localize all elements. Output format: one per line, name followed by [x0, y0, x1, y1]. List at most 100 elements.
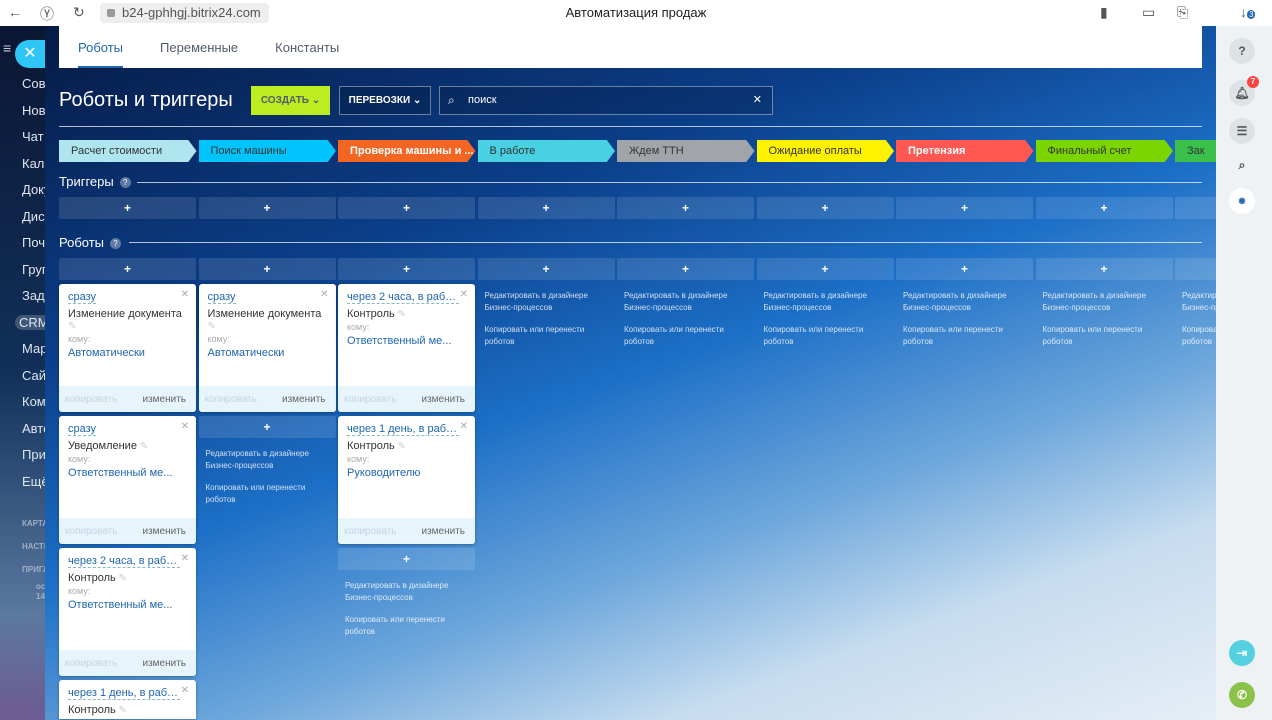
robot-card[interactable]: через 1 день, в рабо... ✕ Контроль ✎ кому: Р… [338, 416, 475, 544]
edit-button[interactable]: изменить [421, 526, 465, 537]
tab-robots[interactable]: Роботы [78, 26, 124, 68]
robot-card[interactable]: сразу ✕ Уведомление ✎ кому: Ответственный ме… [59, 416, 196, 544]
stage-8[interactable]: Зак [1175, 140, 1216, 162]
nav-item[interactable]: Груп [22, 262, 45, 277]
nav-item[interactable]: Авто [22, 421, 45, 436]
designer-link[interactable]: Редактировать в дизайнере Бизнес-процесс… [1175, 290, 1216, 314]
add-trigger-button[interactable]: + [756, 197, 894, 219]
copy-move-link[interactable]: Копировать или перенести роботов [1175, 324, 1216, 348]
edit-pencil-icon[interactable]: ✎ [116, 705, 127, 716]
edit-pencil-icon[interactable]: ✎ [116, 573, 127, 584]
add-robot-button[interactable]: + [198, 416, 336, 438]
nav-item[interactable]: Ещё [22, 474, 45, 489]
nav-item[interactable]: Нові [22, 103, 45, 118]
add-trigger-button[interactable]: + [617, 197, 754, 219]
nav-item[interactable]: Мар [22, 341, 45, 356]
copy-button[interactable]: копировать [344, 394, 397, 405]
reload-icon[interactable]: ↻ [73, 4, 85, 21]
category-dropdown[interactable]: ПЕРЕВОЗКИ ⌄ [339, 86, 431, 115]
edit-pencil-icon[interactable]: ✎ [395, 441, 406, 452]
nav-item[interactable]: Ком [22, 394, 45, 409]
designer-link[interactable]: Редактировать в дизайнере Бизнес-процесс… [478, 290, 615, 314]
edit-button[interactable]: изменить [142, 658, 186, 669]
designer-link[interactable]: Редактировать в дизайнере Бизнес-процесс… [896, 290, 1033, 314]
copy-move-link[interactable]: Копировать или перенести роботов [338, 614, 475, 638]
nav-item[interactable]: Почт [22, 235, 45, 250]
designer-link[interactable]: Редактировать в дизайнере Бизнес-процесс… [757, 290, 894, 314]
copy-button[interactable]: копировать [65, 526, 118, 537]
robot-recipient[interactable]: Автоматически [208, 347, 285, 359]
tab-variables[interactable]: Переменные [160, 26, 238, 68]
bell-icon[interactable]: 🔔︎ 7 [1229, 76, 1259, 106]
nav-item[interactable]: Зада [22, 288, 45, 303]
translate-icon[interactable]: ⎘ [1177, 4, 1188, 21]
delete-icon[interactable]: ✕ [181, 685, 189, 696]
robot-recipient[interactable]: Автоматически [68, 347, 145, 359]
add-robot-button[interactable]: + [1175, 258, 1216, 280]
add-trigger-button[interactable]: + [1175, 197, 1216, 219]
robot-card[interactable]: через 2 часа, в рабо... ✕ Контроль ✎ кому: О… [338, 284, 475, 412]
close-slider-button[interactable]: ✕ [15, 40, 45, 68]
robot-card[interactable]: через 1 день, в рабо... ✕ Контроль ✎ [59, 680, 196, 719]
robot-recipient[interactable]: Ответственный ме... [347, 335, 451, 347]
copy-move-link[interactable]: Копировать или перенести роботов [1036, 324, 1173, 348]
nav-item[interactable]: Чат [22, 129, 44, 144]
robot-card[interactable]: через 2 часа, в рабо... ✕ Контроль ✎ кому: О… [59, 548, 196, 676]
stage-2[interactable]: Проверка машины и ... [338, 140, 476, 162]
menu-icon[interactable]: ≡ [3, 40, 11, 56]
add-trigger-button[interactable]: + [338, 197, 475, 219]
delete-icon[interactable]: ✕ [181, 421, 189, 432]
yandex-icon[interactable]: Ⓨ [40, 4, 54, 24]
stage-1[interactable]: Поиск машины [198, 140, 336, 162]
add-trigger-button[interactable]: + [477, 197, 615, 219]
phone-icon[interactable]: ✆ [1229, 682, 1255, 708]
nav-item-small[interactable]: КАРТА [22, 519, 45, 528]
edit-button[interactable]: изменить [421, 394, 465, 405]
stage-4[interactable]: Ждем ТТН [617, 140, 755, 162]
bookmark-icon[interactable]: ▮ [1100, 4, 1108, 21]
stage-3[interactable]: В работе [477, 140, 615, 162]
edit-button[interactable]: изменить [282, 394, 326, 405]
nav-item-small[interactable]: НАСТР [22, 542, 45, 551]
robot-delay[interactable]: сразу [207, 291, 236, 304]
copy-button[interactable]: копировать [344, 526, 397, 537]
nav-item[interactable]: Доку [22, 182, 45, 197]
stage-6[interactable]: Претензия [896, 140, 1034, 162]
add-robot-button[interactable]: + [896, 258, 1033, 280]
add-robot-button[interactable]: + [617, 258, 754, 280]
edit-pencil-icon[interactable]: ✎ [68, 321, 76, 332]
robot-delay[interactable]: через 1 день, в рабо... [68, 687, 180, 700]
copy-move-link[interactable]: Копировать или перенести роботов [478, 324, 615, 348]
chat-icon[interactable]: ☰ [1229, 118, 1255, 144]
nav-item[interactable]: При [22, 447, 45, 462]
designer-link[interactable]: Редактировать в дизайнере Бизнес-процесс… [338, 580, 475, 604]
stage-7[interactable]: Финальный счет [1035, 140, 1173, 162]
edit-pencil-icon[interactable]: ✎ [395, 309, 406, 320]
add-robot-button[interactable]: + [338, 258, 475, 280]
add-trigger-button[interactable]: + [198, 197, 336, 219]
robot-recipient[interactable]: Ответственный ме... [68, 467, 172, 479]
back-icon[interactable]: ← [8, 4, 22, 20]
search-icon[interactable]: ⌕ [1229, 152, 1255, 178]
help-icon[interactable]: ? [119, 177, 131, 188]
clear-icon[interactable]: ✕ [753, 87, 762, 114]
designer-link[interactable]: Редактировать в дизайнере Бизнес-процесс… [1036, 290, 1173, 314]
edit-button[interactable]: изменить [142, 394, 186, 405]
robot-delay[interactable]: сразу [68, 291, 97, 304]
robot-recipient[interactable]: Ответственный ме... [68, 599, 172, 611]
delete-icon[interactable]: ✕ [181, 289, 189, 300]
open-lines-icon[interactable]: ⇥ [1229, 640, 1255, 666]
stage-0[interactable]: Расчет стоимости [59, 140, 197, 162]
designer-link[interactable]: Редактировать в дизайнере Бизнес-процесс… [199, 448, 336, 472]
add-trigger-button[interactable]: + [896, 197, 1033, 219]
robot-delay[interactable]: через 2 часа, в рабо... [68, 555, 180, 568]
copy-move-link[interactable]: Копировать или перенести роботов [199, 482, 336, 506]
designer-link[interactable]: Редактировать в дизайнере Бизнес-процесс… [617, 290, 754, 314]
edit-button[interactable]: изменить [142, 526, 186, 537]
robot-recipient[interactable]: Руководителю [347, 467, 420, 479]
search-input[interactable]: ⌕ поиск ✕ [439, 86, 773, 115]
nav-item[interactable]: Совм [22, 76, 45, 91]
robot-card[interactable]: сразу ✕ Изменение документа ✎ кому: Автомати… [198, 284, 336, 412]
add-robot-button[interactable]: + [1035, 258, 1173, 280]
nav-item[interactable]: Сайт [22, 368, 45, 383]
